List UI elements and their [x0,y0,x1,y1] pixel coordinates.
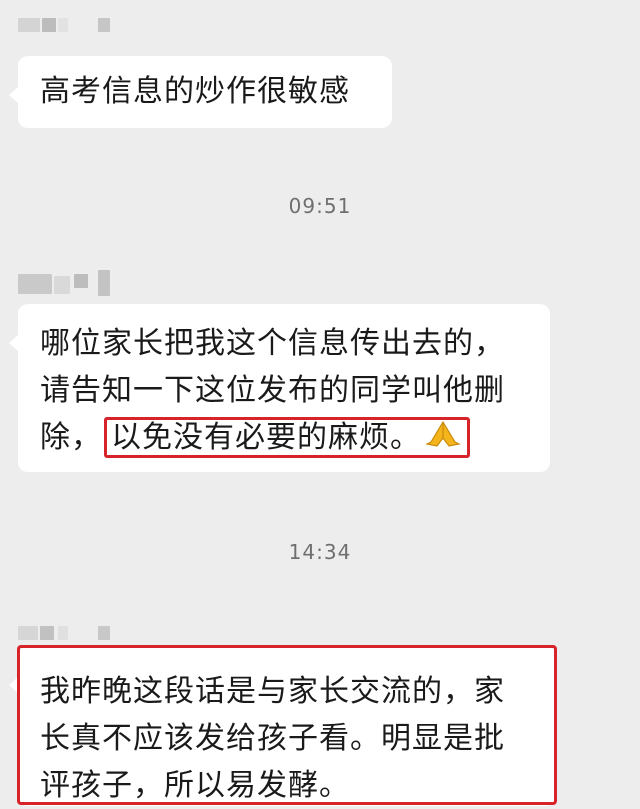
message-text: 高考信息的炒作很敏感 [40,74,350,109]
message-text: 除， [40,420,102,455]
message-bubble[interactable]: 高考信息的炒作很敏感 [9,56,392,128]
highlighted-text-content: 以免没有必要的麻烦。 [111,420,421,455]
folded-hands-emoji-icon [425,415,461,462]
message-line: 哪位家长把我这个信息传出去的， [40,326,505,361]
highlighted-text: 以免没有必要的麻烦。 [104,417,470,458]
sender-name-blurred [18,626,110,642]
message-line: 除， 以免没有必要的麻烦。 [40,414,528,462]
timestamp: 09:51 [288,194,352,218]
sender-name-blurred [18,18,110,34]
message-bubble[interactable]: 哪位家长把我这个信息传出去的， 请告知一下这位发布的同学叫他删 除， 以免没有必要… [9,304,550,472]
message-line: 请告知一下这位发布的同学叫他删 [40,373,505,408]
timestamp: 14:34 [288,540,352,564]
highlight-frame [17,645,557,805]
sender-name-blurred [18,268,110,296]
